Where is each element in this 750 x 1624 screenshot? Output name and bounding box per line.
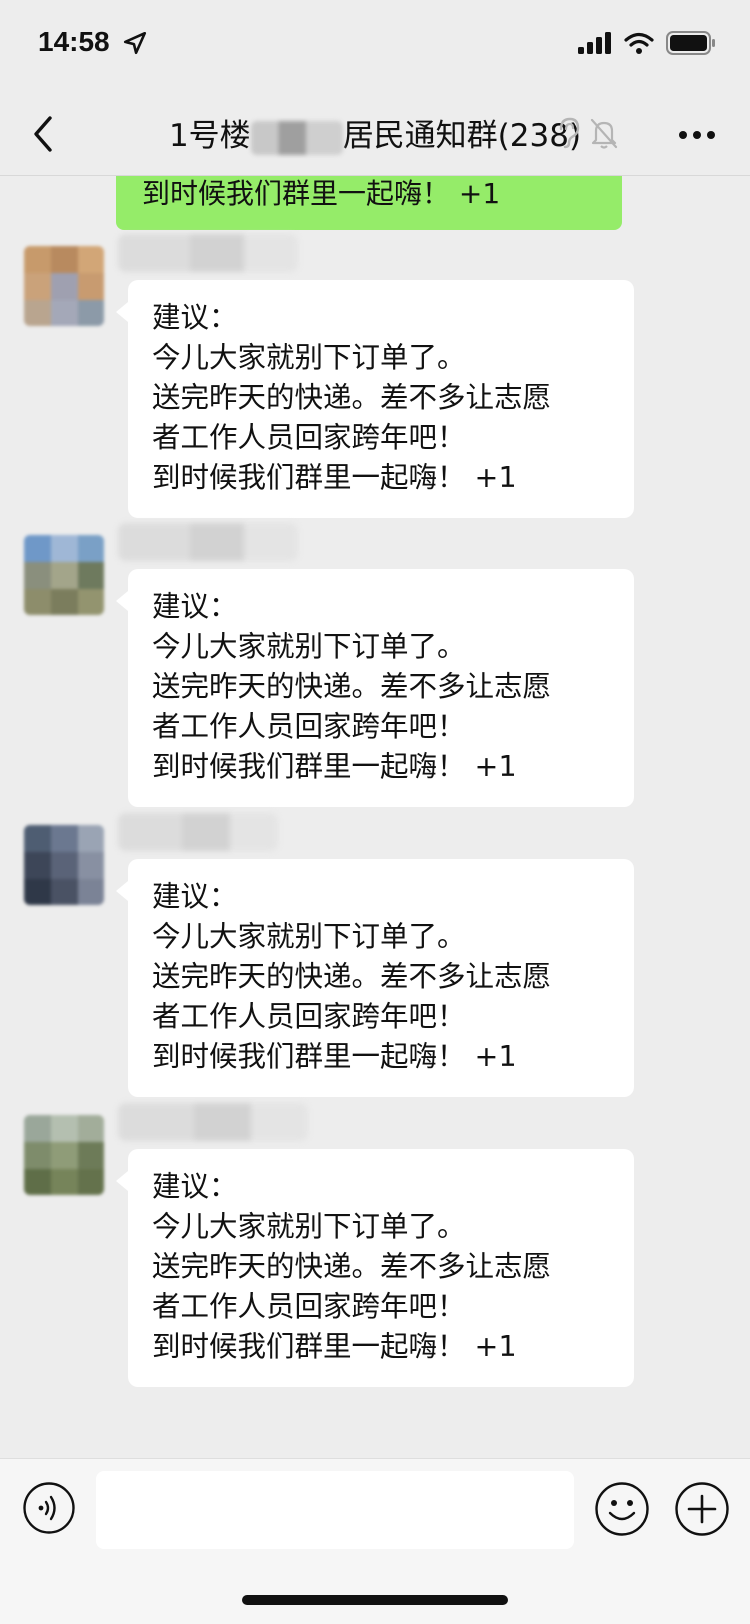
message-line: 建议： bbox=[152, 1170, 238, 1203]
sender-name-redacted bbox=[118, 523, 298, 561]
sender-name-redacted bbox=[118, 234, 298, 272]
chat-title: 1号楼 居民通知群(238) bbox=[0, 110, 750, 155]
message-line: 送完昨天的快递。差不多让志愿 bbox=[152, 670, 552, 703]
sender-name-redacted bbox=[118, 1103, 308, 1141]
message-line: 到时候我们群里一起嗨！ +1 bbox=[152, 461, 517, 494]
earpiece-icon bbox=[559, 117, 580, 149]
avatar[interactable] bbox=[24, 535, 104, 615]
message-line: 建议： bbox=[152, 590, 238, 623]
message-text: 建议： 今儿大家就别下订单了。 送完昨天的快递。差不多让志愿 者工作人员回家跨年… bbox=[152, 587, 551, 787]
chat-title-suffix: 居民通知群(238) bbox=[342, 118, 582, 154]
message-line: 者工作人员回家跨年吧！ bbox=[152, 1290, 466, 1323]
outgoing-message-text: 到时候我们群里一起嗨！ +1 bbox=[142, 177, 501, 210]
chat-area[interactable]: 到时候我们群里一起嗨！ +1 建议： 今儿大家就别下订单了。 送完昨天的快递。差… bbox=[0, 176, 750, 1458]
nav-bar: 1号楼 居民通知群(238) bbox=[0, 92, 750, 176]
message-row: 建议： 今儿大家就别下订单了。 送完昨天的快递。差不多让志愿 者工作人员回家跨年… bbox=[0, 523, 750, 813]
message-row: 建议： 今儿大家就别下订单了。 送完昨天的快递。差不多让志愿 者工作人员回家跨年… bbox=[0, 813, 750, 1103]
message-input[interactable] bbox=[96, 1471, 574, 1549]
mute-bell-icon bbox=[590, 118, 618, 149]
status-time: 14:58 bbox=[38, 26, 110, 57]
cellular-signal-icon bbox=[578, 32, 611, 54]
incoming-message-bubble[interactable]: 建议： 今儿大家就别下订单了。 送完昨天的快递。差不多让志愿 者工作人员回家跨年… bbox=[116, 1149, 634, 1387]
message-line: 建议： bbox=[152, 301, 238, 334]
incoming-message-bubble[interactable]: 建议： 今儿大家就别下订单了。 送完昨天的快递。差不多让志愿 者工作人员回家跨年… bbox=[116, 569, 634, 807]
battery-icon bbox=[666, 31, 715, 55]
incoming-message-bubble[interactable]: 建议： 今儿大家就别下订单了。 送完昨天的快递。差不多让志愿 者工作人员回家跨年… bbox=[116, 280, 634, 518]
outgoing-message-bubble[interactable]: 到时候我们群里一起嗨！ +1 bbox=[116, 176, 622, 230]
input-bar bbox=[0, 1458, 750, 1624]
message-line: 送完昨天的快递。差不多让志愿 bbox=[152, 381, 552, 414]
message-line: 者工作人员回家跨年吧！ bbox=[152, 1000, 466, 1033]
message-row: 建议： 今儿大家就别下订单了。 送完昨天的快递。差不多让志愿 者工作人员回家跨年… bbox=[0, 1103, 750, 1393]
wifi-icon bbox=[624, 32, 654, 54]
incoming-message-bubble[interactable]: 建议： 今儿大家就别下订单了。 送完昨天的快递。差不多让志愿 者工作人员回家跨年… bbox=[116, 859, 634, 1097]
message-line: 今儿大家就别下订单了。 bbox=[152, 920, 466, 953]
message-line: 到时候我们群里一起嗨！ +1 bbox=[152, 1330, 517, 1363]
voice-input-icon[interactable] bbox=[22, 1481, 76, 1535]
message-text: 建议： 今儿大家就别下订单了。 送完昨天的快递。差不多让志愿 者工作人员回家跨年… bbox=[152, 298, 551, 498]
avatar[interactable] bbox=[24, 246, 104, 326]
plus-icon[interactable] bbox=[674, 1481, 730, 1537]
message-line: 到时候我们群里一起嗨！ +1 bbox=[152, 1040, 517, 1073]
message-line: 送完昨天的快递。差不多让志愿 bbox=[152, 1250, 552, 1283]
more-dots-icon[interactable] bbox=[678, 130, 716, 140]
message-row: 建议： 今儿大家就别下订单了。 送完昨天的快递。差不多让志愿 者工作人员回家跨年… bbox=[0, 234, 750, 524]
message-line: 建议： bbox=[152, 880, 238, 913]
message-text: 建议： 今儿大家就别下订单了。 送完昨天的快递。差不多让志愿 者工作人员回家跨年… bbox=[152, 1167, 551, 1367]
sender-name-redacted bbox=[118, 813, 278, 851]
status-icons bbox=[578, 30, 716, 56]
message-line: 今儿大家就别下订单了。 bbox=[152, 630, 466, 663]
message-text: 建议： 今儿大家就别下订单了。 送完昨天的快递。差不多让志愿 者工作人员回家跨年… bbox=[152, 877, 551, 1077]
avatar[interactable] bbox=[24, 825, 104, 905]
chat-title-prefix: 1号楼 bbox=[168, 118, 251, 154]
emoji-icon[interactable] bbox=[594, 1481, 650, 1537]
message-line: 今儿大家就别下订单了。 bbox=[152, 341, 466, 374]
message-line: 者工作人员回家跨年吧！ bbox=[152, 710, 466, 743]
home-indicator bbox=[242, 1595, 508, 1605]
title-redaction bbox=[250, 120, 343, 155]
location-arrow-icon bbox=[123, 31, 147, 55]
status-bar: 14:58 bbox=[0, 0, 750, 92]
message-line: 送完昨天的快递。差不多让志愿 bbox=[152, 960, 552, 993]
avatar[interactable] bbox=[24, 1115, 104, 1195]
message-line: 到时候我们群里一起嗨！ +1 bbox=[152, 750, 517, 783]
message-line: 今儿大家就别下订单了。 bbox=[152, 1210, 466, 1243]
message-line: 者工作人员回家跨年吧！ bbox=[152, 421, 466, 454]
